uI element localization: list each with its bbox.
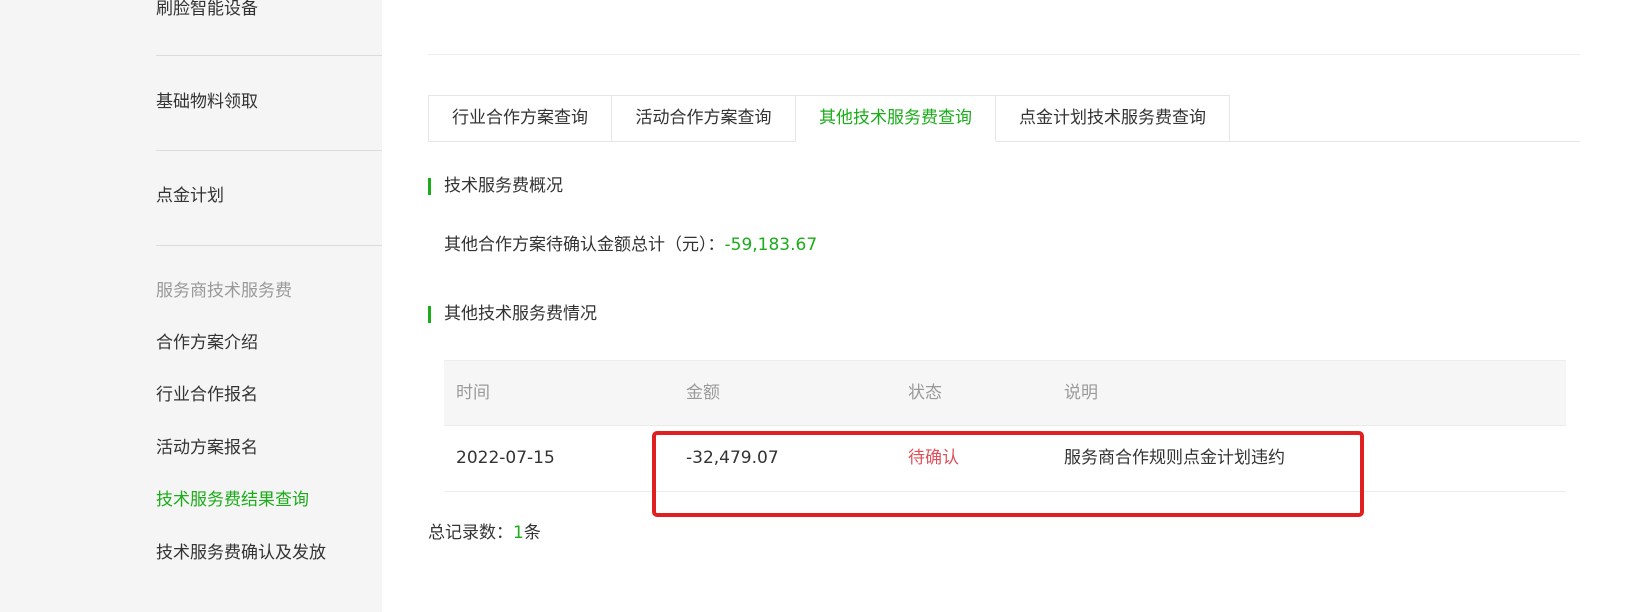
- tab-industry-plan[interactable]: 行业合作方案查询: [428, 95, 612, 142]
- table-header: 时间 金额 状态 说明: [444, 360, 1566, 426]
- tab-gold-plan-fee[interactable]: 点金计划技术服务费查询: [996, 95, 1230, 142]
- summary-line: 其他合作方案待确认金额总计（元）：-59,183.67: [444, 234, 817, 256]
- cell-time: 2022-07-15: [456, 448, 555, 468]
- sidebar-divider: [156, 55, 382, 56]
- table-row: 2022-07-15 -32,479.07 待确认 服务商合作规则点金计划违约: [444, 425, 1566, 492]
- divider: [428, 54, 1580, 55]
- sidebar-item-materials[interactable]: 基础物料领取: [156, 91, 258, 113]
- column-header-status: 状态: [908, 383, 942, 403]
- tab-other-fee[interactable]: 其他技术服务费查询: [796, 95, 996, 142]
- overview-title: 技术服务费概况: [444, 176, 563, 196]
- sidebar-item-fee-confirm[interactable]: 技术服务费确认及发放: [156, 542, 326, 564]
- sidebar-divider: [156, 150, 382, 151]
- sidebar-item-gold-plan[interactable]: 点金计划: [156, 185, 224, 207]
- section-marker: [428, 178, 431, 195]
- total-count: 1: [513, 523, 524, 543]
- column-header-amount: 金额: [686, 383, 720, 403]
- cell-amount: -32,479.07: [686, 448, 779, 468]
- sidebar-item-activity-signup[interactable]: 活动方案报名: [156, 437, 258, 459]
- section-marker: [428, 306, 431, 323]
- column-header-note: 说明: [1064, 383, 1098, 403]
- cell-status: 待确认: [908, 448, 959, 468]
- summary-label: 其他合作方案待确认金额总计（元）：: [444, 235, 725, 255]
- total-label: 总记录数：: [428, 523, 513, 543]
- tab-activity-plan[interactable]: 活动合作方案查询: [612, 95, 796, 142]
- summary-value: -59,183.67: [724, 235, 818, 255]
- sidebar-item-fee-result[interactable]: 技术服务费结果查询: [156, 489, 309, 511]
- cell-note: 服务商合作规则点金计划违约: [1064, 448, 1285, 468]
- details-title: 其他技术服务费情况: [444, 304, 597, 324]
- sidebar-item-face-device[interactable]: 刷脸智能设备: [156, 0, 258, 20]
- sidebar-divider: [156, 245, 382, 246]
- total-unit: 条: [523, 523, 541, 543]
- column-header-time: 时间: [456, 383, 490, 403]
- sidebar-item-plan-intro[interactable]: 合作方案介绍: [156, 332, 258, 354]
- sidebar-item-industry-signup[interactable]: 行业合作报名: [156, 384, 258, 406]
- sidebar: 刷脸智能设备 基础物料领取 点金计划 服务商技术服务费 合作方案介绍 行业合作报…: [0, 0, 382, 612]
- sidebar-group-title: 服务商技术服务费: [156, 281, 292, 301]
- total-records: 总记录数：1条: [428, 522, 541, 544]
